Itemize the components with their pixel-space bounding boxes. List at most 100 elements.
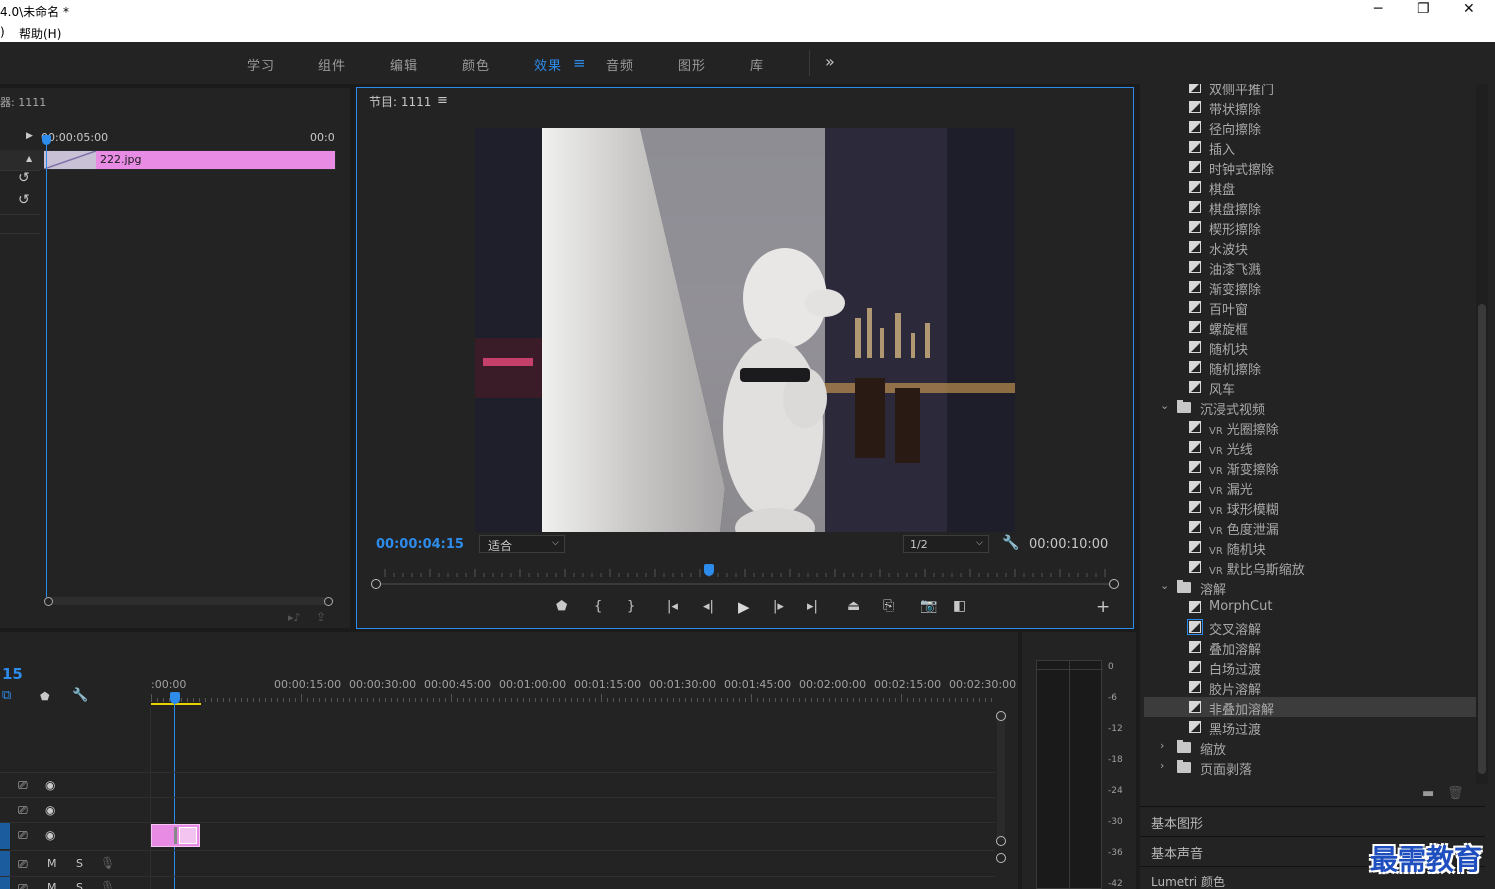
effect-item[interactable]: VR 球形模糊 (1144, 497, 1476, 518)
effect-item[interactable]: 随机擦除 (1144, 357, 1476, 378)
effect-item[interactable]: VR 默比乌斯缩放 (1144, 557, 1476, 578)
go-to-out-icon[interactable]: ▸| (807, 599, 818, 614)
minimize-button[interactable]: ─ (1374, 1, 1382, 17)
effect-item[interactable]: VR 随机块 (1144, 537, 1476, 558)
effect-item[interactable]: 随机块 (1144, 337, 1476, 358)
restore-button[interactable]: ❐ (1417, 1, 1430, 17)
eye-icon[interactable]: ◉ (45, 828, 55, 842)
resolution-dropdown[interactable]: 1/2 ⌵ (903, 535, 989, 553)
sync-lock-icon[interactable]: ⎚ (18, 803, 28, 818)
current-time[interactable]: 00:00:04:15 (376, 537, 464, 552)
program-playhead[interactable] (703, 564, 714, 576)
scroll-handle-left[interactable] (44, 597, 53, 606)
effect-item[interactable]: 黑场过渡 (1144, 717, 1476, 738)
step-back-icon[interactable]: ◂| (703, 599, 714, 614)
sync-lock-icon[interactable]: ⎚ (18, 778, 28, 793)
solo-button[interactable]: S (76, 881, 83, 889)
microphone-icon[interactable]: 🎙 (100, 880, 115, 889)
microphone-icon[interactable]: 🎙 (100, 856, 115, 870)
tab-color[interactable]: 颜色 (462, 55, 490, 74)
sync-lock-icon[interactable]: ⎚ (18, 881, 28, 889)
effect-item[interactable]: 油漆飞溅 (1144, 257, 1476, 278)
solo-button[interactable]: S (76, 857, 83, 870)
tab-audio[interactable]: 音频 (606, 55, 634, 74)
effect-item[interactable]: VR 光圈擦除 (1144, 417, 1476, 438)
program-scrubber[interactable] (375, 563, 1115, 581)
source-clip[interactable]: 222.jpg (96, 151, 335, 169)
chevron-right-icon[interactable]: › (1160, 759, 1164, 772)
effect-item[interactable]: 棋盘 (1144, 177, 1476, 198)
timeline-clip[interactable] (151, 824, 200, 847)
wrench-icon[interactable]: 🔧 (1002, 535, 1019, 551)
add-button-icon[interactable]: + (1096, 597, 1110, 617)
effect-item[interactable]: 径向擦除 (1144, 117, 1476, 138)
track-target-a1[interactable] (0, 851, 10, 876)
snap-icon[interactable]: ⧉ (2, 688, 11, 703)
effects-folder[interactable]: › 页面剥落 (1144, 757, 1476, 778)
effect-item[interactable]: MorphCut (1144, 597, 1476, 617)
lift-icon[interactable]: ⏏ (847, 598, 860, 614)
effect-item[interactable]: VR 色度泄漏 (1144, 517, 1476, 538)
reset-icon[interactable]: ↺ (18, 170, 30, 186)
export-icon[interactable]: ⇪ (316, 610, 326, 624)
effect-item[interactable]: 渐变擦除 (1144, 277, 1476, 298)
workspace-menu-icon[interactable]: ≡ (573, 54, 587, 72)
effect-item[interactable]: 叠加溶解 (1144, 637, 1476, 658)
effects-folder[interactable]: › 缩放 (1144, 737, 1476, 758)
tab-assembly[interactable]: 组件 (318, 55, 346, 74)
mark-out-icon[interactable]: } (627, 599, 635, 614)
vscroll-handle-audio[interactable] (996, 853, 1006, 863)
transition-on-clip[interactable] (179, 827, 197, 844)
effect-item[interactable]: 交叉溶解 (1144, 617, 1476, 638)
scroll-handle-right[interactable] (324, 597, 333, 606)
effects-folder[interactable]: ⌄ 沉浸式视频 (1144, 397, 1476, 418)
mute-button[interactable]: M (47, 857, 57, 870)
effect-item[interactable]: 楔形擦除 (1144, 217, 1476, 238)
out-handle[interactable] (1109, 579, 1119, 589)
effect-item[interactable]: 螺旋框 (1144, 317, 1476, 338)
mark-in-icon[interactable]: { (594, 599, 602, 614)
menu-item-help[interactable]: 帮助(H) (19, 25, 61, 42)
timeline-playhead[interactable] (170, 692, 180, 704)
audio-icon[interactable]: ▸♪ (288, 611, 301, 624)
vscroll-handle-bottom[interactable] (996, 836, 1006, 846)
source-playhead[interactable] (42, 135, 51, 145)
more-workspaces-icon[interactable]: » (825, 52, 836, 71)
effect-item[interactable]: VR 光线 (1144, 437, 1476, 458)
chevron-right-icon[interactable]: › (1160, 739, 1164, 752)
track-target-v1[interactable] (0, 823, 10, 849)
section-essential-sound[interactable]: 基本声音 (1151, 843, 1203, 862)
camera-icon[interactable]: 📷 (920, 598, 937, 614)
compare-icon[interactable]: ◧ (953, 598, 966, 614)
mute-button[interactable]: M (47, 881, 57, 889)
tab-editing[interactable]: 编辑 (390, 55, 418, 74)
effect-item[interactable]: 带状擦除 (1144, 97, 1476, 118)
section-essential-graphics[interactable]: 基本图形 (1151, 813, 1203, 832)
play-icon[interactable]: ▶ (738, 598, 750, 616)
effect-item[interactable]: 插入 (1144, 137, 1476, 158)
extract-icon[interactable]: ⎘ (883, 598, 894, 614)
fit-dropdown[interactable]: 适合 ⌵ (479, 535, 565, 553)
reset-icon[interactable]: ↺ (18, 192, 30, 208)
tab-effects[interactable]: 效果 (534, 55, 562, 74)
effect-item[interactable]: 棋盘擦除 (1144, 197, 1476, 218)
eye-icon[interactable]: ◉ (45, 778, 55, 792)
delete-icon[interactable]: 🗑 (1447, 786, 1464, 801)
effect-item[interactable]: 水波块 (1144, 237, 1476, 258)
effect-item[interactable]: 百叶窗 (1144, 297, 1476, 318)
add-marker-icon[interactable]: ⬟ (556, 599, 567, 614)
tab-graphics[interactable]: 图形 (678, 55, 706, 74)
collapse-arrow-icon[interactable]: ▲ (26, 154, 32, 163)
chevron-down-icon[interactable]: ⌄ (1160, 399, 1169, 412)
effect-item[interactable]: 胶片溶解 (1144, 677, 1476, 698)
effects-folder[interactable]: ⌄ 溶解 (1144, 577, 1476, 598)
tab-learn[interactable]: 学习 (247, 55, 275, 74)
section-lumetri-color[interactable]: Lumetri 颜色 (1151, 873, 1225, 889)
eye-icon[interactable]: ◉ (45, 803, 55, 817)
effect-item[interactable]: 双侧平推门 (1144, 84, 1476, 98)
close-button[interactable]: ✕ (1463, 1, 1475, 17)
chevron-down-icon[interactable]: ⌄ (1160, 579, 1169, 592)
clip-edit-point[interactable] (174, 827, 177, 844)
effect-item[interactable]: 时钟式擦除 (1144, 157, 1476, 178)
effects-scrollbar[interactable] (1476, 84, 1488, 784)
